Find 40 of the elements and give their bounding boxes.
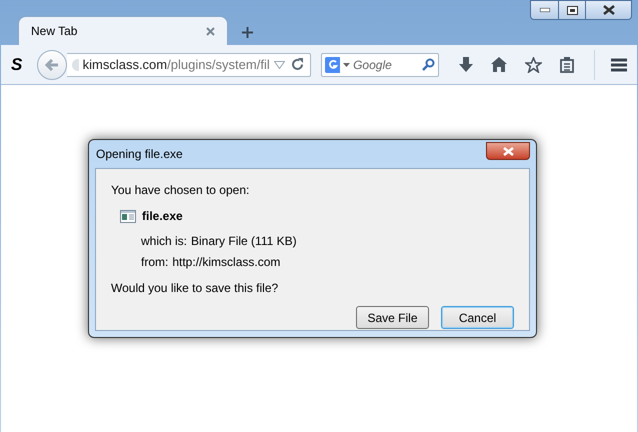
dropdown-caret-icon[interactable] [343, 62, 350, 66]
dialog-title: Opening file.exe [95, 146, 183, 163]
close-icon [602, 5, 614, 15]
detail-label: which is: [141, 233, 188, 250]
url-host: kimsclass.com [82, 56, 168, 74]
url-path: /plugins/system/fil [167, 56, 270, 74]
dialog-close-button[interactable] [486, 142, 530, 160]
menu-icon[interactable] [610, 58, 627, 72]
maximize-button[interactable] [559, 0, 586, 20]
file-name: file.exe [142, 208, 183, 225]
detail-value: Binary File (111 KB) [191, 233, 297, 250]
detail-label: from: [141, 254, 168, 271]
dialog-text: You have chosen to open: [111, 182, 250, 199]
logo-button[interactable]: S [11, 52, 33, 78]
star-icon[interactable] [524, 56, 542, 72]
search-bar[interactable]: Google [320, 52, 439, 76]
home-icon[interactable] [490, 57, 507, 72]
close-button[interactable] [586, 0, 632, 20]
tab-close-button[interactable] [206, 26, 215, 36]
search-input[interactable]: Google [353, 56, 420, 74]
minimize-icon [540, 8, 550, 12]
dialog-text: Would you like to save this file? [111, 280, 280, 297]
application-icon [120, 210, 136, 222]
back-arrow-icon [44, 58, 59, 70]
maximize-icon [566, 6, 578, 14]
close-icon [206, 26, 215, 36]
close-icon [502, 146, 514, 156]
download-icon[interactable] [458, 56, 473, 72]
detail-value: http://kimsclass.com [172, 254, 280, 271]
dialog-button[interactable]: Save File [356, 306, 429, 329]
dialog-button[interactable]: Cancel [441, 306, 514, 329]
browser-tab[interactable]: New Tab [18, 16, 228, 45]
search-icon[interactable] [422, 58, 435, 71]
reload-icon[interactable] [290, 58, 304, 71]
address-bar[interactable]: kimsclass.com/plugins/system/fil [66, 52, 311, 76]
google-g-icon[interactable] [324, 56, 340, 72]
new-tab-button[interactable] [242, 27, 253, 38]
reading-list-icon[interactable] [560, 56, 574, 72]
plus-icon [242, 27, 253, 38]
minimize-button[interactable] [530, 0, 559, 20]
